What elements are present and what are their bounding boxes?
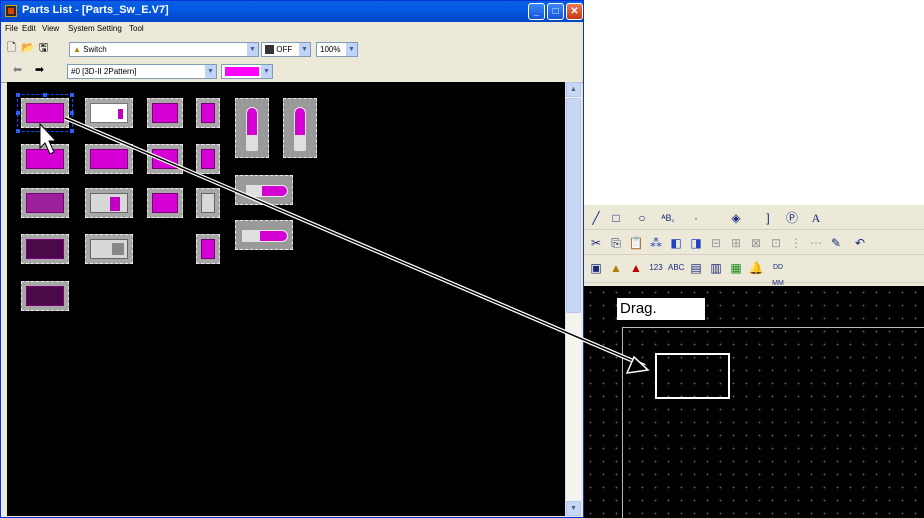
- bring-front-icon[interactable]: ◧: [668, 235, 684, 251]
- parts-toolbar: ▣ ▲ ▲ 123 ABC ▤ ▥ ▦ 🔔 DD MM: [584, 257, 924, 287]
- copy-icon[interactable]: ⎘: [608, 235, 624, 251]
- align-center-icon[interactable]: ⊞: [728, 235, 744, 251]
- alarm-icon[interactable]: 🔔: [748, 260, 764, 276]
- zoom-value: 100%: [320, 45, 341, 54]
- state-icon: [265, 45, 274, 55]
- align-bottom-icon[interactable]: ⊡: [768, 235, 784, 251]
- switch-part-icon[interactable]: ▲: [608, 260, 624, 276]
- distribute-h-icon[interactable]: ⋮: [788, 235, 804, 251]
- toolbar-pattern: ⬅ ➡ #0 [3D-II 2Pattern] ▼ ▼: [1, 59, 583, 83]
- parts-canvas[interactable]: [7, 82, 565, 516]
- minimize-button[interactable]: _: [528, 3, 545, 20]
- switch-part-3[interactable]: [147, 98, 183, 128]
- arrow-right-icon[interactable]: ➡: [33, 64, 46, 77]
- paste-icon[interactable]: 📋: [628, 235, 644, 251]
- switch-part-7[interactable]: [147, 144, 183, 174]
- arrow-left-icon[interactable]: ⬅: [11, 64, 24, 77]
- switch-part-4[interactable]: [196, 98, 220, 128]
- switch-part-10[interactable]: [85, 188, 133, 218]
- switch-part-2[interactable]: [85, 98, 133, 128]
- close-button[interactable]: ✕: [566, 3, 583, 20]
- menu-bar: File Edit View System Setting Tool: [1, 22, 583, 39]
- chevron-down-icon: ▼: [299, 43, 310, 56]
- switch-part-12[interactable]: [196, 188, 220, 218]
- selection-box: [16, 93, 74, 133]
- window-title: Parts List - [Parts_Sw_E.V7]: [22, 4, 169, 16]
- switch-part-14[interactable]: [85, 234, 133, 264]
- color-swatch: [225, 67, 259, 77]
- scroll-thumb[interactable]: [566, 98, 581, 313]
- pattern-select[interactable]: #0 [3D-II 2Pattern] ▼: [67, 64, 217, 79]
- open-folder-icon[interactable]: 📂: [21, 42, 35, 55]
- chevron-down-icon: ▼: [205, 65, 216, 78]
- toolbar-top: 🗋 📂 🖫 ▲ Switch ▼ OFF ▼ 100% ▼: [1, 39, 583, 59]
- toggle-part-4[interactable]: [235, 220, 293, 250]
- switch-part-6[interactable]: [85, 144, 133, 174]
- text-tool-icon[interactable]: A: [808, 210, 824, 226]
- zoom-select[interactable]: 100% ▼: [316, 42, 358, 57]
- switch-part-9[interactable]: [21, 188, 69, 218]
- trend-graph-icon[interactable]: ▦: [728, 260, 744, 276]
- distribute-v-icon[interactable]: ⋯: [808, 235, 824, 251]
- toggle-part-1[interactable]: [235, 98, 269, 158]
- maximize-button[interactable]: □: [547, 3, 564, 20]
- calendar-icon[interactable]: DD MM: [770, 260, 786, 287]
- bracket-icon[interactable]: ]: [760, 210, 776, 226]
- undo-icon[interactable]: ↶: [852, 235, 868, 251]
- switch-part-5[interactable]: [21, 144, 69, 174]
- graph-icon[interactable]: ▥: [708, 260, 724, 276]
- message-icon[interactable]: ▤: [688, 260, 704, 276]
- align-left-icon[interactable]: ⊟: [708, 235, 724, 251]
- window-part-icon[interactable]: ▣: [588, 260, 604, 276]
- save-icon[interactable]: 🖫: [37, 42, 50, 55]
- part-type-select[interactable]: ▲ Switch ▼: [69, 42, 259, 57]
- scroll-up-icon[interactable]: ▲: [566, 82, 581, 97]
- align-top-icon[interactable]: ⊠: [748, 235, 764, 251]
- switch-part-8[interactable]: [196, 144, 220, 174]
- dot-icon[interactable]: ·: [688, 210, 704, 226]
- group-icon[interactable]: ⁂: [648, 235, 664, 251]
- title-bar[interactable]: Parts List - [Parts_Sw_E.V7] _ □ ✕: [1, 1, 583, 22]
- menu-edit[interactable]: Edit: [22, 24, 36, 33]
- rectangle-icon[interactable]: □: [608, 210, 624, 226]
- scroll-down-icon[interactable]: ▼: [566, 501, 581, 516]
- menu-view[interactable]: View: [42, 24, 59, 33]
- toggle-part-2[interactable]: [283, 98, 317, 158]
- switch-part-16[interactable]: [21, 281, 69, 311]
- vertical-scrollbar[interactable]: ▲ ▼: [565, 82, 581, 516]
- circle-icon[interactable]: ○: [634, 210, 650, 226]
- drag-label: Drag.: [617, 298, 705, 320]
- cut-icon[interactable]: ✂: [588, 235, 604, 251]
- pipette-icon[interactable]: ✎: [828, 235, 844, 251]
- state-select[interactable]: OFF ▼: [261, 42, 311, 57]
- menu-file[interactable]: File: [5, 24, 18, 33]
- chevron-down-icon: ▼: [247, 43, 258, 56]
- toggle-part-3[interactable]: [235, 175, 293, 205]
- menu-tool[interactable]: Tool: [129, 24, 144, 33]
- line-icon[interactable]: ╱: [588, 210, 604, 226]
- chevron-down-icon: ▼: [261, 65, 272, 78]
- parts-p-icon[interactable]: Ⓟ: [784, 210, 800, 226]
- color-select[interactable]: ▼: [221, 64, 273, 79]
- drop-target-box: [655, 353, 730, 399]
- char-display-icon[interactable]: ABC: [668, 260, 684, 276]
- numeric-display-icon[interactable]: 123: [648, 260, 664, 276]
- switch-part-13[interactable]: [21, 234, 69, 264]
- switch-icon: ▲: [73, 45, 81, 54]
- app-icon: [5, 5, 17, 17]
- text-style-icon[interactable]: ᴬB꜀: [660, 210, 676, 226]
- new-file-icon[interactable]: 🗋: [5, 42, 18, 55]
- send-back-icon[interactable]: ◨: [688, 235, 704, 251]
- switch-part-11[interactable]: [147, 188, 183, 218]
- paint-fill-icon[interactable]: ◈: [728, 210, 744, 226]
- menu-system-setting[interactable]: System Setting: [68, 24, 122, 33]
- state-value: OFF: [276, 45, 293, 54]
- pattern-value: #0 [3D-II 2Pattern]: [71, 67, 137, 76]
- lamp-part-icon[interactable]: ▲: [628, 260, 644, 276]
- switch-part-15[interactable]: [196, 234, 220, 264]
- chevron-down-icon: ▼: [346, 43, 357, 56]
- edit-toolbar: ✂ ⎘ 📋 ⁂ ◧ ◨ ⊟ ⊞ ⊠ ⊡ ⋮ ⋯ ✎ ↶: [584, 232, 924, 255]
- part-type-value: Switch: [83, 45, 107, 54]
- draw-toolbar: ╱ □ ○ ᴬB꜀ · ◈ ] Ⓟ A: [584, 207, 924, 230]
